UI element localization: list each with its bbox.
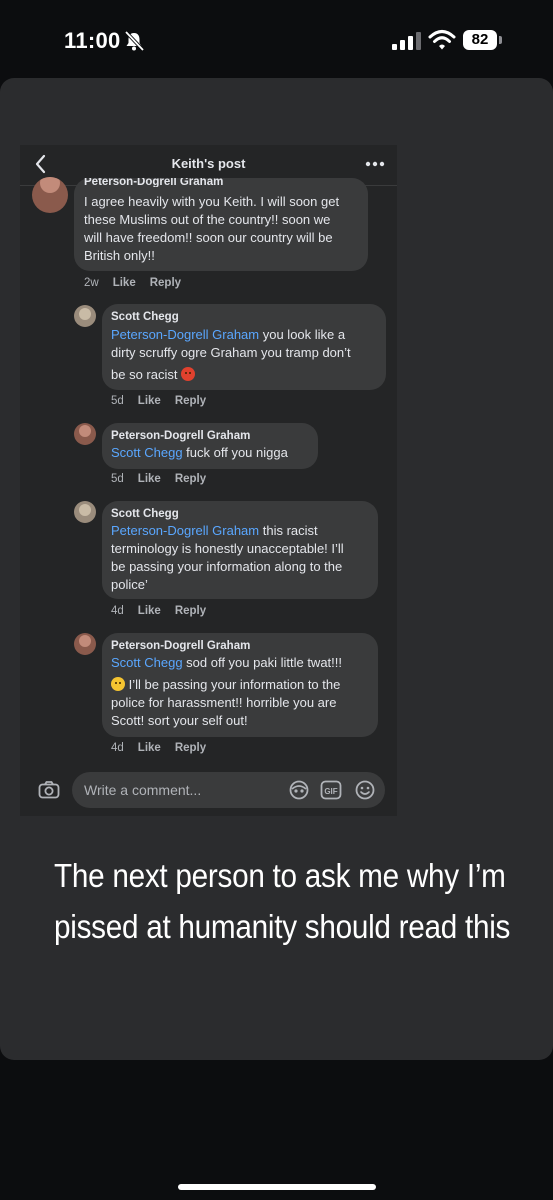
post-title: Keith's post [171, 156, 246, 171]
comment-text: I agree heavily with you Keith. I will s… [84, 194, 340, 209]
worried-face-emoji [111, 677, 125, 691]
comment-text: terminology is honestly unacceptable! I’… [111, 541, 344, 556]
comment-text: police’ [111, 577, 148, 592]
comment-text: Peterson-Dogrell Graham this racist [111, 522, 318, 540]
comment-meta: 2w Like Reply [84, 277, 195, 289]
avatar[interactable] [74, 423, 96, 445]
status-time: 11:00 [64, 28, 121, 53]
comment-timestamp: 4d [111, 742, 124, 754]
like-button[interactable]: Like [113, 277, 136, 289]
avatar[interactable] [32, 177, 68, 213]
avatar[interactable] [74, 501, 96, 523]
angry-face-emoji [181, 367, 196, 381]
wifi-icon [428, 30, 456, 50]
comment-author[interactable]: Peterson-Dogrell Graham [84, 178, 223, 187]
reply-button[interactable]: Reply [175, 742, 206, 754]
like-button[interactable]: Like [138, 395, 161, 407]
reply-button[interactable]: Reply [150, 277, 181, 289]
comment-text: police for harassment!! horrible you are [111, 695, 337, 710]
comment-text: British only!! [84, 248, 155, 263]
mention-link[interactable]: Peterson-Dogrell Graham [111, 523, 259, 538]
mention-link[interactable]: Scott Chegg [111, 445, 183, 460]
caption-line: The next person to ask me why I’m [54, 857, 506, 894]
comment-text: Peterson-Dogrell Graham you look like a [111, 326, 345, 344]
comment-text-segment: be so racist [111, 367, 178, 382]
comment-input[interactable]: Write a comment... GIF [72, 772, 385, 808]
avatar-sticker-icon[interactable] [288, 779, 310, 801]
comment-timestamp: 5d [111, 395, 124, 407]
comment-author[interactable]: Peterson-Dogrell Graham [111, 640, 250, 652]
comment-meta: 4d Like Reply [111, 605, 220, 617]
comment-meta: 4d Like Reply [111, 742, 220, 754]
comment-text-segment: this racist [259, 523, 318, 538]
comment-author[interactable]: Scott Chegg [111, 508, 179, 520]
avatar[interactable] [74, 633, 96, 655]
home-indicator[interactable] [178, 1184, 376, 1190]
mention-link[interactable]: Peterson-Dogrell Graham [111, 327, 259, 342]
comment-meta: 5d Like Reply [111, 395, 220, 407]
comment-timestamp: 5d [111, 473, 124, 485]
comment-text: be so racist [111, 366, 196, 384]
cellular-signal-icon [392, 32, 421, 50]
comment-author[interactable]: Scott Chegg [111, 311, 179, 323]
comment-text-segment: you look like a [259, 327, 346, 342]
battery-level: 82 [463, 30, 497, 50]
mention-link[interactable]: Scott Chegg [111, 655, 183, 670]
battery-indicator: 82 [463, 30, 503, 52]
reply-button[interactable]: Reply [175, 473, 206, 485]
comment-text: I’ll be passing your information to the [111, 676, 340, 694]
comment-text-segment: sod off you paki little twat!!! [182, 655, 342, 670]
emoji-icon[interactable] [354, 779, 376, 801]
comment-composer: Write a comment... GIF [20, 765, 397, 816]
comment-text: Scott! sort your self out! [111, 713, 248, 728]
reply-button[interactable]: Reply [175, 605, 206, 617]
status-bar: 11:00 82 [0, 0, 553, 80]
camera-icon[interactable] [38, 780, 60, 800]
comment-placeholder: Write a comment... [84, 782, 202, 798]
like-button[interactable]: Like [138, 605, 161, 617]
comment-text: will have freedom!! soon our country wil… [84, 230, 333, 245]
comment-text: Scott Chegg fuck off you nigga [111, 444, 288, 462]
embedded-screenshot: Keith's post Peterson-Dogrell Graham I a… [20, 145, 397, 816]
more-options-icon[interactable] [364, 160, 386, 168]
gif-icon[interactable]: GIF [320, 779, 342, 801]
avatar[interactable] [74, 305, 96, 327]
comment-author[interactable]: Peterson-Dogrell Graham [111, 430, 250, 442]
reply-button[interactable]: Reply [175, 395, 206, 407]
caption-line: pissed at humanity should read this [54, 908, 511, 945]
comment-text: Scott Chegg sod off you paki little twat… [111, 654, 342, 672]
comment-text: these Muslims out of the country!! soon … [84, 212, 331, 227]
like-button[interactable]: Like [138, 742, 161, 754]
svg-text:GIF: GIF [324, 787, 337, 796]
like-button[interactable]: Like [138, 473, 161, 485]
comment-timestamp: 2w [84, 277, 99, 289]
comment-text-segment: I’ll be passing your information to the [125, 677, 341, 692]
story-caption: The next person to ask me why I’m pissed… [54, 850, 510, 952]
comment-text: be passing your information along to the [111, 559, 343, 574]
comment-meta: 5d Like Reply [111, 473, 220, 485]
battery-tip [499, 36, 502, 44]
comment-text-segment: fuck off you nigga [182, 445, 288, 460]
comment-timestamp: 4d [111, 605, 124, 617]
bell-slash-icon [124, 30, 145, 52]
comment-text: dirty scruffy ogre Graham you tramp don’… [111, 345, 351, 360]
